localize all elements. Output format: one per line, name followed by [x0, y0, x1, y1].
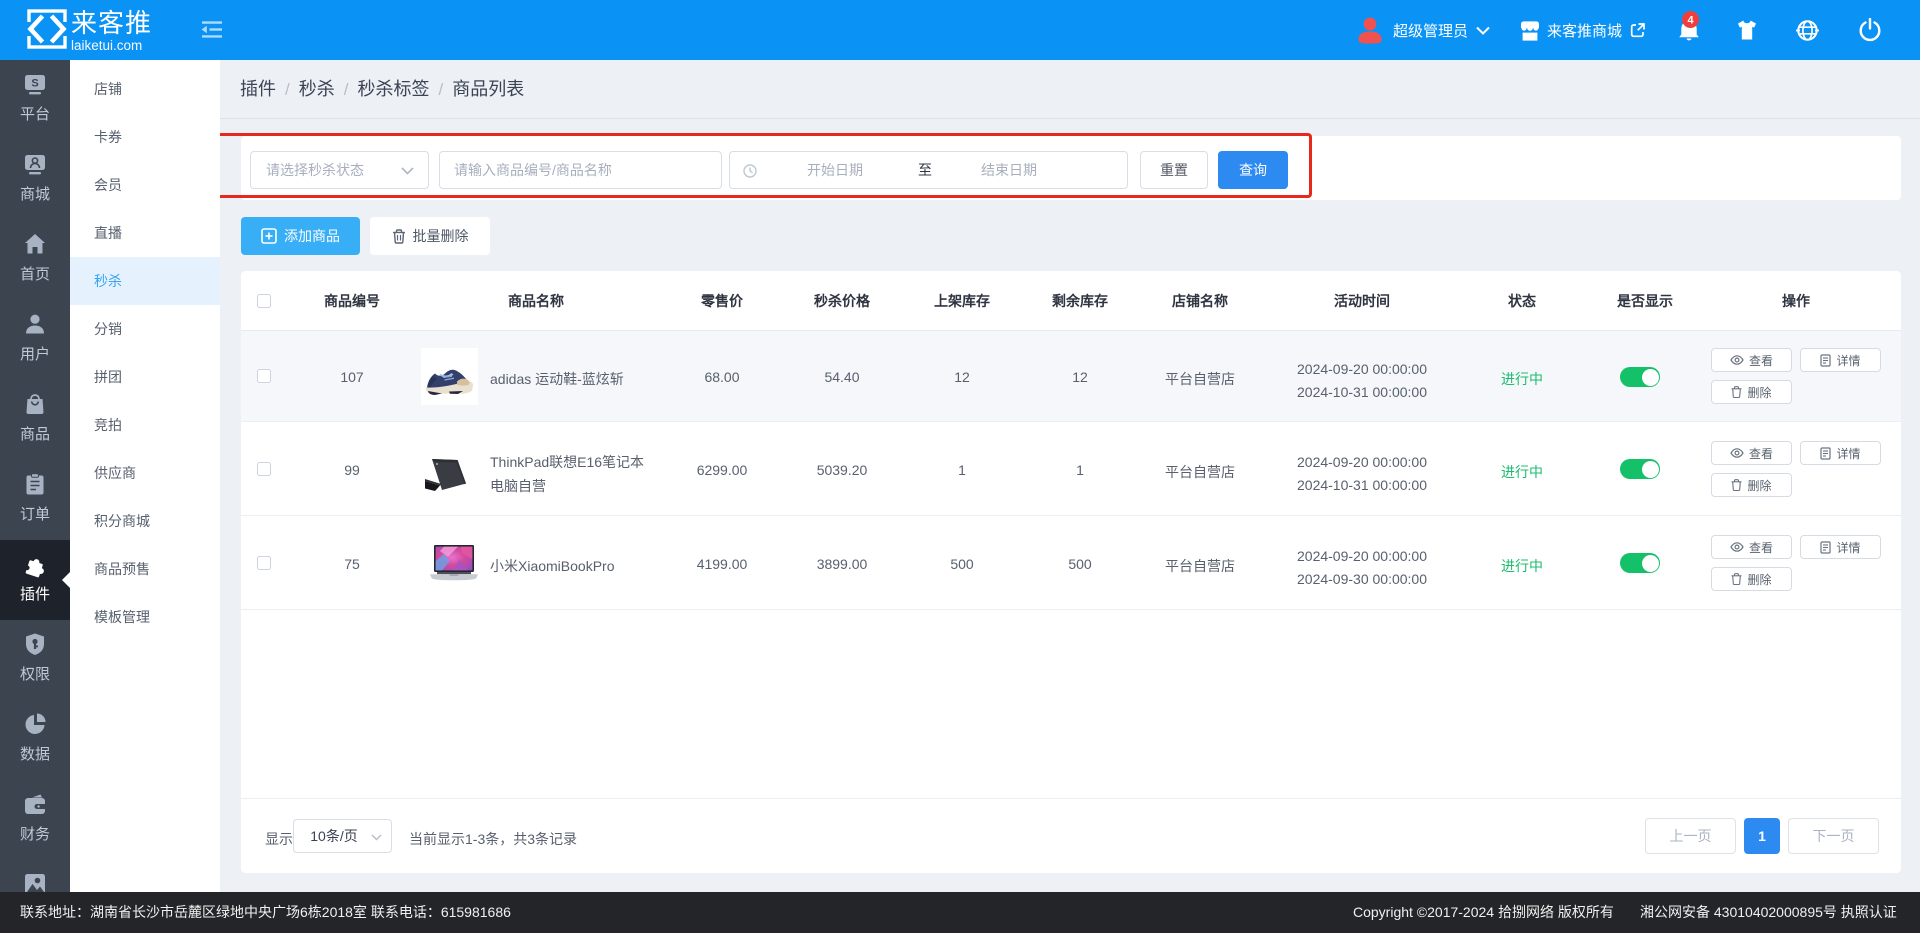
svg-text:4: 4: [1687, 14, 1694, 26]
svg-text:S: S: [31, 78, 38, 90]
